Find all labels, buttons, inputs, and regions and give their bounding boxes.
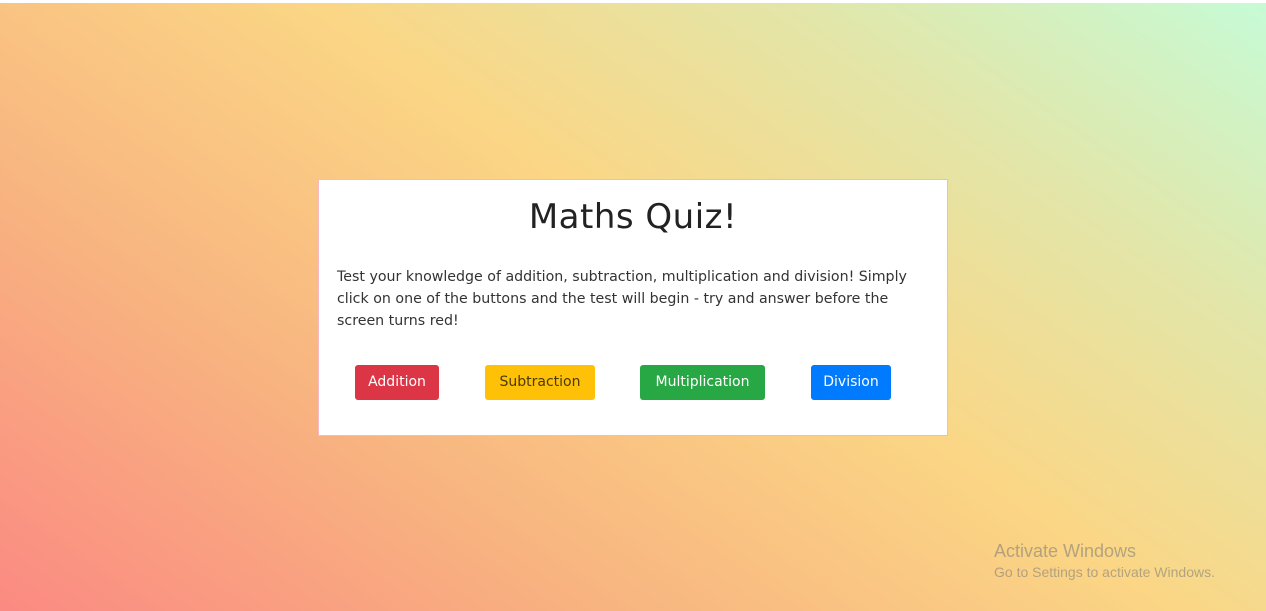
page-title: Maths Quiz! <box>528 197 738 237</box>
top-strip <box>0 0 1266 3</box>
subtraction-button[interactable]: Subtraction <box>485 365 595 400</box>
addition-button[interactable]: Addition <box>355 365 439 400</box>
watermark-subtitle: Go to Settings to activate Windows. <box>994 564 1215 580</box>
activation-watermark: Activate Windows Go to Settings to activ… <box>994 540 1215 582</box>
intro-text: Test your knowledge of addition, subtrac… <box>337 269 907 329</box>
division-button[interactable]: Division <box>811 365 891 400</box>
quiz-card: Maths Quiz! Test your knowledge of addit… <box>318 179 948 436</box>
multiplication-button[interactable]: Multiplication <box>640 365 765 400</box>
watermark-title: Activate Windows <box>994 541 1137 561</box>
